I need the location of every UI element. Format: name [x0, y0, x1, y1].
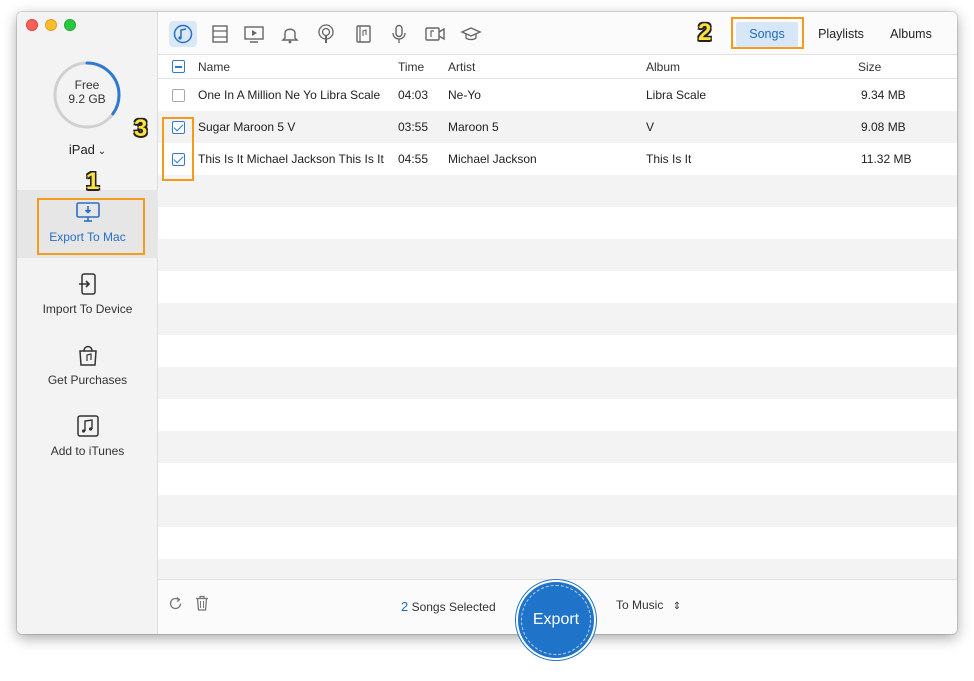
song-size: 9.34 MB: [861, 88, 906, 102]
storage-value: 9.2 GB: [68, 92, 106, 106]
empty-row: [158, 271, 957, 303]
empty-row: [158, 463, 957, 495]
selection-status: 2 Songs Selected: [401, 599, 496, 614]
itunes-u-icon: [460, 27, 482, 41]
callout-songs-tab: [731, 17, 804, 49]
empty-row: [158, 175, 957, 207]
row-checkbox[interactable]: [172, 89, 185, 102]
song-artist: Maroon 5: [448, 120, 499, 134]
music-videos-category-button[interactable]: [421, 21, 449, 47]
sidebar-item-label: Get Purchases: [47, 373, 128, 387]
up-down-chevron-icon: ⇕: [672, 601, 682, 612]
song-artist: Michael Jackson: [448, 152, 537, 166]
table-header: Name Time Artist Album Size: [158, 55, 957, 79]
column-header-album[interactable]: Album: [646, 55, 680, 79]
destination-selector[interactable]: To Music ⇕: [616, 598, 681, 612]
song-artist: Ne-Yo: [448, 88, 481, 102]
sidebar-item-label: Add to iTunes: [50, 444, 125, 458]
empty-row: [158, 495, 957, 527]
column-header-artist[interactable]: Artist: [448, 55, 475, 79]
empty-row: [158, 335, 957, 367]
chevron-down-icon: ⌄: [94, 146, 107, 157]
column-header-time[interactable]: Time: [398, 55, 424, 79]
sidebar: Free 9.2 GB iPad ⌄ Export To Mac Import …: [17, 12, 158, 634]
selected-count: 2: [401, 599, 409, 614]
tv-shows-category-button[interactable]: [240, 21, 268, 47]
table-row[interactable]: This Is It Michael Jackson This Is It 04…: [158, 143, 957, 175]
minimize-window-button[interactable]: [45, 19, 57, 31]
device-name: iPad: [68, 142, 95, 157]
ringtones-icon: [281, 28, 299, 44]
song-name: One In A Million Ne Yo Libra Scale: [198, 88, 381, 102]
song-size: 9.08 MB: [861, 120, 906, 134]
sidebar-item-label: Import To Device: [42, 302, 133, 316]
export-button[interactable]: Export: [516, 580, 596, 660]
song-name: This Is It Michael Jackson This Is It: [198, 152, 384, 166]
song-size: 11.32 MB: [861, 152, 912, 166]
music-category-button[interactable]: [169, 21, 197, 47]
song-time: 04:55: [398, 152, 429, 166]
tv-shows-icon: [244, 26, 264, 43]
close-window-button[interactable]: [26, 19, 38, 31]
shopping-bag-icon: [78, 345, 97, 366]
sidebar-item-get-purchases[interactable]: Get Purchases: [17, 333, 158, 401]
import-arrow-icon: [78, 273, 96, 295]
select-all-checkbox[interactable]: [172, 60, 185, 73]
songs-table: One In A Million Ne Yo Libra Scale 04:03…: [158, 79, 957, 591]
ringtones-category-button[interactable]: [276, 21, 304, 47]
annotation-number-2: 2: [698, 19, 712, 46]
device-selector[interactable]: iPad ⌄: [17, 142, 158, 157]
music-note-icon: [76, 415, 99, 437]
app-window: Free 9.2 GB iPad ⌄ Export To Mac Import …: [17, 12, 957, 634]
tab-playlists[interactable]: Playlists: [806, 22, 876, 47]
song-time: 04:03: [398, 88, 429, 102]
song-album: V: [646, 120, 655, 134]
annotation-number-1: 1: [86, 168, 100, 195]
music-icon: [173, 24, 193, 44]
empty-row: [158, 239, 957, 271]
sidebar-item-import-to-device[interactable]: Import To Device: [17, 262, 158, 330]
podcasts-icon: [318, 24, 334, 43]
music-videos-icon: [425, 27, 445, 41]
table-row[interactable]: Sugar Maroon 5 V 03:55 Maroon 5 V 9.08 M…: [158, 111, 957, 143]
callout-selected-checkboxes: [162, 117, 194, 181]
empty-row: [158, 207, 957, 239]
empty-row: [158, 399, 957, 431]
empty-row: [158, 367, 957, 399]
storage-label: Free: [74, 78, 100, 92]
export-button-label: Export: [532, 611, 580, 628]
sidebar-item-add-to-itunes[interactable]: Add to iTunes: [17, 404, 158, 472]
song-time: 03:55: [398, 120, 429, 134]
annotation-number-3: 3: [134, 115, 148, 142]
tab-albums[interactable]: Albums: [881, 22, 941, 47]
audiobooks-icon: [356, 25, 371, 43]
song-album: Libra Scale: [646, 88, 707, 102]
itunes-u-category-button[interactable]: [457, 21, 485, 47]
empty-row: [158, 431, 957, 463]
category-toolbar: Songs Playlists Albums 2: [158, 12, 957, 55]
podcasts-category-button[interactable]: [312, 21, 340, 47]
storage-gauge: Free 9.2 GB: [52, 60, 122, 130]
refresh-icon[interactable]: [168, 596, 183, 611]
zoom-window-button[interactable]: [64, 19, 76, 31]
table-row[interactable]: One In A Million Ne Yo Libra Scale 04:03…: [158, 79, 957, 111]
voice-memos-icon: [392, 24, 406, 43]
song-name: Sugar Maroon 5 V: [198, 120, 296, 134]
voice-memos-category-button[interactable]: [385, 21, 413, 47]
column-header-size[interactable]: Size: [858, 55, 881, 79]
callout-export-to-mac: [37, 198, 145, 255]
movies-icon: [212, 25, 228, 43]
song-album: This Is It: [646, 152, 692, 166]
empty-row: [158, 303, 957, 335]
movies-category-button[interactable]: [206, 21, 234, 47]
destination-label: To Music: [616, 598, 664, 612]
column-header-name[interactable]: Name: [198, 55, 230, 79]
empty-row: [158, 527, 957, 559]
trash-icon[interactable]: [195, 595, 209, 611]
selected-text: Songs Selected: [411, 600, 496, 614]
audiobooks-category-button[interactable]: [349, 21, 377, 47]
